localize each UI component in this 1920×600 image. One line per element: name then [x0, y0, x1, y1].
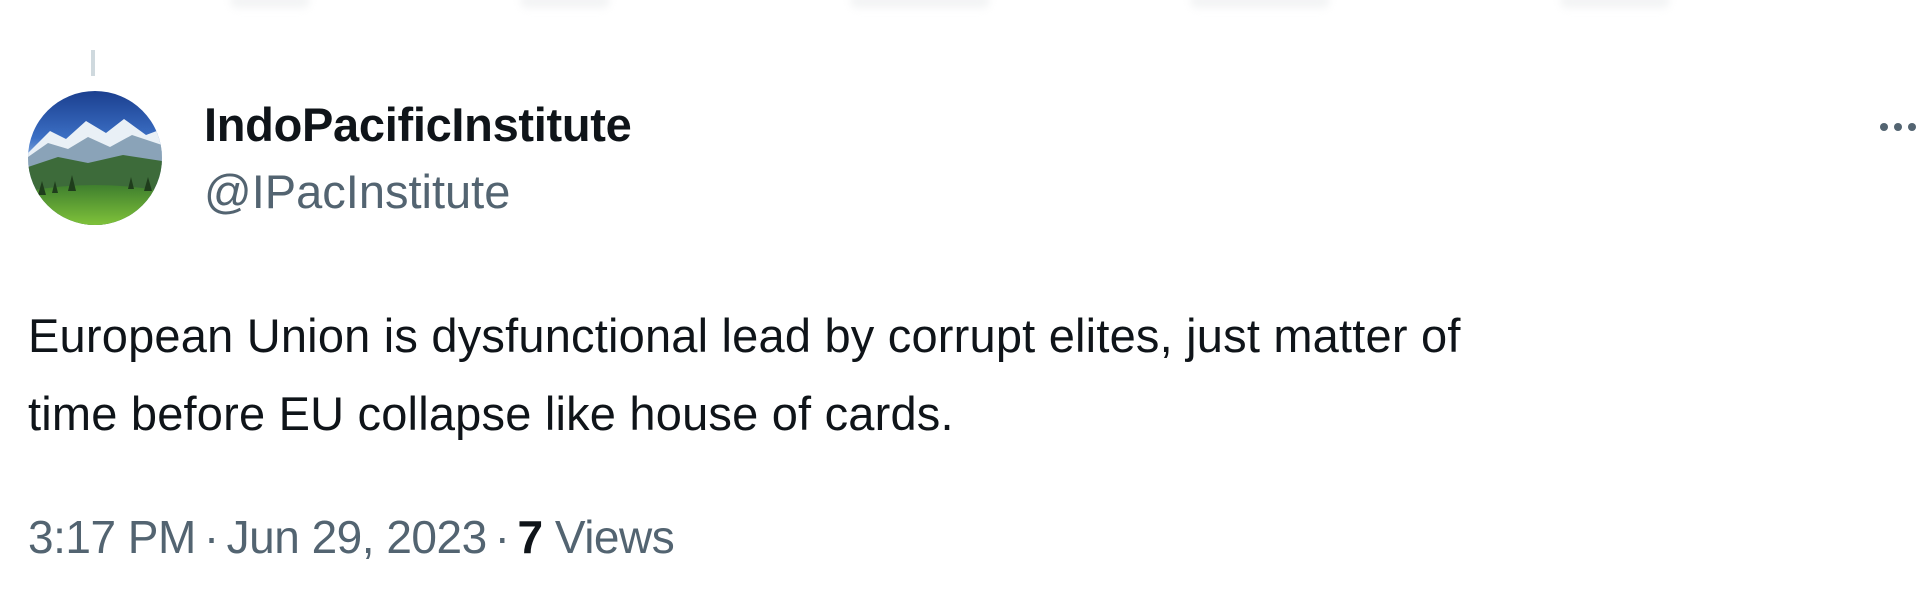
views-count: 7 [517, 511, 543, 563]
mountain-landscape-avatar-icon [28, 91, 162, 225]
like-action-fragment [850, 0, 990, 8]
share-action-fragment [1560, 0, 1670, 8]
tweet-metadata: 3:17 PM · Jun 29, 2023 · 7 Views [28, 510, 675, 564]
views-action-fragment [1190, 0, 1330, 8]
previous-tweet-action-bar [0, 0, 1920, 14]
tweet-time[interactable]: 3:17 PM [28, 511, 196, 563]
tweet-date[interactable]: Jun 29, 2023 [227, 511, 488, 563]
thread-connector-line [91, 50, 95, 76]
tweet-text-line: time before EU collapse like house of ca… [28, 387, 954, 440]
retweet-action-fragment [520, 0, 610, 8]
more-options-icon [1880, 123, 1916, 131]
meta-separator: · [203, 511, 219, 563]
meta-separator: · [494, 511, 510, 563]
author-display-name[interactable]: IndoPacificInstitute [204, 97, 632, 152]
avatar[interactable] [28, 91, 162, 225]
tweet-text-line: European Union is dysfunctional lead by … [28, 309, 1461, 362]
reply-action-fragment [230, 0, 310, 8]
more-options-button[interactable] [1876, 98, 1920, 148]
author-handle[interactable]: @IPacInstitute [204, 164, 510, 219]
views-label: Views [554, 511, 675, 563]
tweet-text: European Union is dysfunctional lead by … [28, 297, 1888, 453]
